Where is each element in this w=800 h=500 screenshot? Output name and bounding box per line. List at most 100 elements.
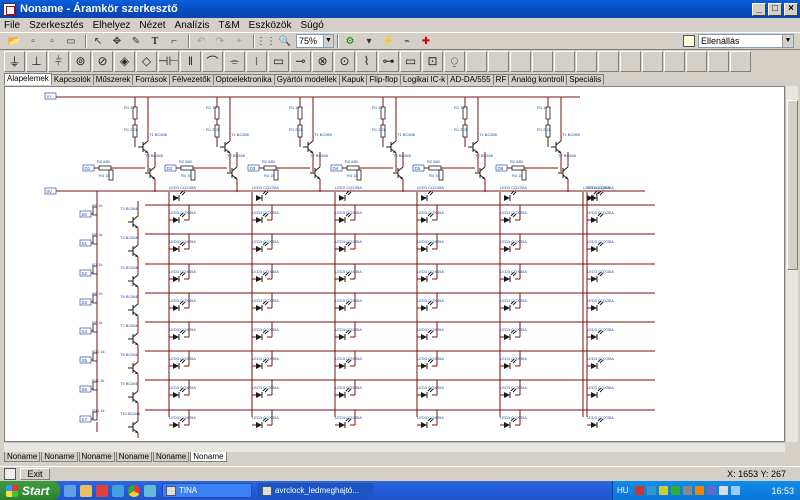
ac-source-icon[interactable]: ⊘ xyxy=(92,50,113,72)
scrollbar-thumb[interactable] xyxy=(787,100,798,270)
capacitor-icon[interactable]: ⊣⊢ xyxy=(158,50,179,72)
add-icon[interactable]: + xyxy=(231,34,247,49)
tray-icon[interactable] xyxy=(646,486,656,495)
tab-special[interactable]: Speciális xyxy=(566,74,605,85)
browser-icon[interactable] xyxy=(112,484,124,497)
text-icon[interactable]: T xyxy=(147,34,163,49)
menu-edit[interactable]: Szerkesztés xyxy=(29,20,83,31)
tab-meters[interactable]: Műszerek xyxy=(92,74,134,85)
volume-icon[interactable] xyxy=(718,486,728,495)
horizontal-scrollbar[interactable] xyxy=(4,442,785,452)
probe-icon[interactable]: ✚ xyxy=(418,34,434,49)
pen-icon[interactable]: ✎ xyxy=(128,34,144,49)
exit-button[interactable]: Exit xyxy=(20,468,50,480)
app-icon[interactable] xyxy=(3,2,16,16)
grid-icon[interactable]: ⋮⋮ xyxy=(256,34,276,49)
schematic-drawing[interactable]: V+ R1 1k R1 2,2k T1 BC556 D1 R2 680 R4 1k T2 BC… xyxy=(5,87,785,442)
zoom-select[interactable]: 75% ▼ xyxy=(296,34,334,48)
lamp-icon[interactable]: ⊗ xyxy=(312,50,333,72)
battery-icon[interactable]: ⊥ xyxy=(26,50,47,72)
menu-tm[interactable]: T&M xyxy=(219,20,240,31)
menu-file[interactable]: File xyxy=(4,20,20,31)
dc-analysis-icon[interactable]: ⚡ xyxy=(380,34,396,49)
tab-gates[interactable]: Kapuk xyxy=(338,74,368,85)
inductor-icon[interactable]: ⌒ xyxy=(202,50,223,72)
tab-basic[interactable]: Alapelemek xyxy=(4,73,52,85)
ground-icon[interactable]: ⏚ xyxy=(4,50,25,72)
redo-icon[interactable]: ↷ xyxy=(212,34,228,49)
print-icon[interactable]: ▭ xyxy=(63,34,79,49)
current-source-icon[interactable]: ⊚ xyxy=(70,50,91,72)
connector-icon[interactable]: ▭ xyxy=(400,50,421,72)
tab-ad-da[interactable]: AD-DA/555 xyxy=(447,74,494,85)
save-as-icon[interactable]: ▫ xyxy=(44,34,60,49)
chrome-icon[interactable] xyxy=(128,484,140,497)
analysis-menu-icon[interactable]: ▾ xyxy=(361,34,377,49)
motor-icon[interactable]: ⍜ xyxy=(444,50,465,72)
tab-optoelectronics[interactable]: Optoelektronika xyxy=(212,74,275,85)
tab-document[interactable]: Noname xyxy=(41,452,78,462)
component-mode-select[interactable]: Ellenállás ▼ xyxy=(698,34,794,48)
tab-document[interactable]: Noname xyxy=(153,452,190,462)
save-icon[interactable]: ▫ xyxy=(25,34,41,49)
network-icon[interactable] xyxy=(730,486,740,495)
menu-insert[interactable]: Elhelyez xyxy=(93,20,131,31)
tray-icon[interactable] xyxy=(682,486,692,495)
tab-document-active[interactable]: Noname xyxy=(190,452,227,462)
tab-document[interactable]: Noname xyxy=(4,452,41,462)
taskbar-item-document[interactable]: avrclock_ledmeghajtó... xyxy=(258,483,373,498)
vertical-scrollbar[interactable] xyxy=(785,86,798,442)
tray-icon[interactable] xyxy=(706,486,716,495)
media-icon[interactable] xyxy=(96,484,108,497)
menu-view[interactable]: Nézet xyxy=(139,20,165,31)
voltage-source-icon[interactable]: ⫩ xyxy=(48,50,69,72)
tab-document[interactable]: Noname xyxy=(78,452,115,462)
label-led: LED3 CQX35A xyxy=(417,385,444,390)
move-icon[interactable]: ✥ xyxy=(109,34,125,49)
start-button[interactable]: Start xyxy=(0,481,60,500)
open-icon[interactable]: 📂 xyxy=(6,34,22,49)
wire-icon[interactable]: ⌐ xyxy=(166,34,182,49)
desktop-icon[interactable] xyxy=(64,484,76,497)
tab-logic-ics[interactable]: Logikai IC-k xyxy=(399,74,449,85)
tray-icon[interactable] xyxy=(694,486,704,495)
menu-analysis[interactable]: Analízis xyxy=(175,20,210,31)
tab-sources[interactable]: Források xyxy=(132,74,170,85)
wire-junction-icon[interactable]: ⊸ xyxy=(290,50,311,72)
tab-analog-control[interactable]: Analóg kontroll xyxy=(508,74,568,85)
app-quicklaunch-icon[interactable] xyxy=(144,484,156,497)
tray-icon[interactable] xyxy=(658,486,668,495)
explorer-icon[interactable] xyxy=(80,484,92,497)
potentiometer-icon[interactable]: ⌇ xyxy=(356,50,377,72)
relay-icon[interactable]: ⊡ xyxy=(422,50,443,72)
analysis-icon[interactable]: ⚙ xyxy=(342,34,358,49)
bulb-icon[interactable]: ⊙ xyxy=(334,50,355,72)
tab-rf[interactable]: RF xyxy=(492,74,510,85)
taskbar-item-tina[interactable]: TINA xyxy=(162,483,252,498)
pointer-icon[interactable]: ↖ xyxy=(90,34,106,49)
schematic-canvas[interactable]: V+ R1 1k R1 2,2k T1 BC556 D1 R2 680 R4 1k T2 BC… xyxy=(4,86,785,442)
minimize-button[interactable]: _ xyxy=(752,2,766,16)
transformer-icon[interactable]: ⧙ xyxy=(246,50,267,72)
resistor-icon[interactable]: ▭ xyxy=(268,50,289,72)
controlled-source-icon[interactable]: ◈ xyxy=(114,50,135,72)
tab-document[interactable]: Noname xyxy=(115,452,152,462)
transient-icon[interactable]: ⌁ xyxy=(399,34,415,49)
tray-icon[interactable] xyxy=(634,486,644,495)
undo-icon[interactable]: ↶ xyxy=(193,34,209,49)
maximize-button[interactable]: □ xyxy=(768,2,782,16)
tab-switches[interactable]: Kapcsolók xyxy=(50,74,94,85)
tab-semiconductors[interactable]: Félvezetők xyxy=(168,74,214,85)
capacitor2-icon[interactable]: ‖ xyxy=(180,50,201,72)
zoom-icon[interactable]: 🔍 xyxy=(277,34,293,49)
tray-icon[interactable] xyxy=(670,486,680,495)
language-indicator[interactable]: HU xyxy=(617,486,629,495)
tab-flip-flop[interactable]: Flip-flop xyxy=(366,74,401,85)
menu-help[interactable]: Súgó xyxy=(300,20,323,31)
tab-manufacturer-models[interactable]: Gyártói modellek xyxy=(273,74,340,85)
diamond-source-icon[interactable]: ◇ xyxy=(136,50,157,72)
close-button[interactable]: × xyxy=(784,2,798,16)
switch-icon[interactable]: ⌯ xyxy=(224,50,245,72)
variable-resistor-icon[interactable]: ⊶ xyxy=(378,50,399,72)
menu-tools[interactable]: Eszközök xyxy=(249,20,292,31)
